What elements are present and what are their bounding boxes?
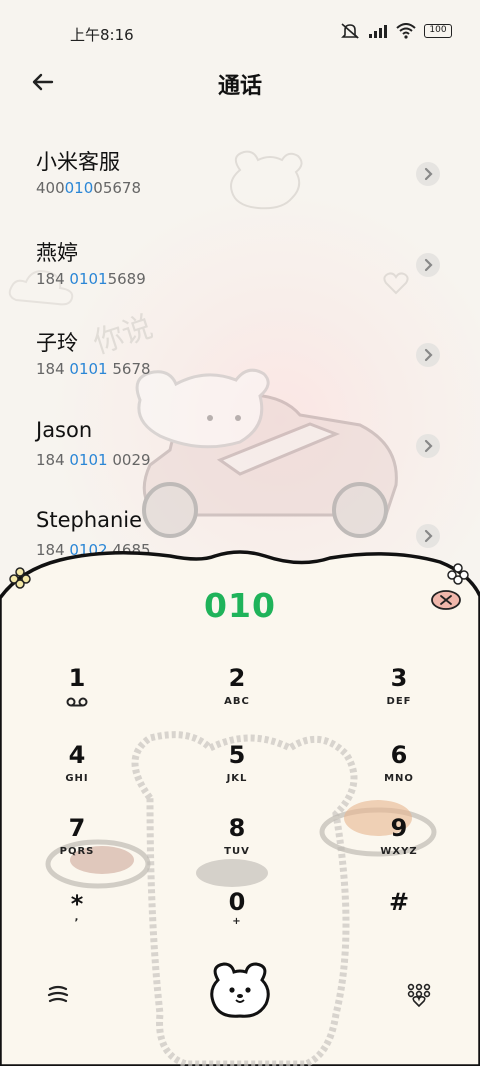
contact-detail-button[interactable] xyxy=(416,162,440,186)
typed-number: 010 xyxy=(204,586,276,625)
key-digit: 5 xyxy=(228,741,246,769)
contact-name: Stephanie xyxy=(36,508,143,532)
key-4[interactable]: 4 GHI xyxy=(22,741,132,803)
battery-icon: 100 xyxy=(424,24,452,38)
key-letters: WXYZ xyxy=(380,846,418,857)
contact-name: 子玲 xyxy=(36,331,78,355)
status-bar: 上午8:16 100 xyxy=(0,0,480,66)
contact-number: 184 0101 0029 xyxy=(36,451,151,469)
contact-number: 184 0101 5678 xyxy=(36,360,151,378)
key-digit: # xyxy=(388,888,410,916)
key-5[interactable]: 5 JKL xyxy=(182,741,292,803)
key-0[interactable]: 0 + xyxy=(182,888,292,950)
key-2[interactable]: 2 ABC xyxy=(182,664,292,726)
key-letters: TUV xyxy=(224,846,250,857)
status-icons: 100 xyxy=(340,22,452,40)
key-letters: ABC xyxy=(224,696,250,707)
key-1[interactable]: 1 xyxy=(22,664,132,726)
key-letters: GHI xyxy=(65,773,89,784)
contacts-grid-button[interactable] xyxy=(406,982,432,1008)
key-7[interactable]: 7 PQRS xyxy=(22,814,132,876)
mute-bell-icon xyxy=(341,23,359,39)
key-hash[interactable]: # xyxy=(344,888,454,950)
header: 通话 xyxy=(0,60,480,106)
contact-detail-button[interactable] xyxy=(416,343,440,367)
call-button[interactable] xyxy=(206,962,274,1018)
list-item[interactable]: 燕婷 184 01015689 xyxy=(0,237,480,323)
backspace-button[interactable] xyxy=(430,588,462,612)
key-letters: + xyxy=(232,916,242,927)
list-item[interactable]: 子玲 184 0101 5678 xyxy=(0,327,480,413)
wifi-icon xyxy=(396,23,416,39)
menu-button[interactable] xyxy=(46,984,70,1006)
contact-number: 40001005678 xyxy=(36,179,141,197)
key-letters: DEF xyxy=(386,696,412,707)
list-item[interactable]: 小米客服 40001005678 xyxy=(0,146,480,232)
contact-detail-button[interactable] xyxy=(416,524,440,548)
key-9[interactable]: 9 WXYZ xyxy=(344,814,454,876)
key-letters: PQRS xyxy=(59,846,95,857)
chevron-right-icon xyxy=(424,258,433,272)
contact-detail-button[interactable] xyxy=(416,434,440,458)
key-3[interactable]: 3 DEF xyxy=(344,664,454,726)
key-digit: 7 xyxy=(68,814,86,842)
key-digit: 0 xyxy=(228,888,246,916)
chevron-right-icon xyxy=(424,167,433,181)
signal-icon xyxy=(369,25,387,38)
key-digit: 8 xyxy=(228,814,246,842)
voicemail-icon xyxy=(66,697,88,707)
key-6[interactable]: 6 MNO xyxy=(344,741,454,803)
key-letters: MNO xyxy=(384,773,414,784)
key-letters: , xyxy=(74,912,80,923)
chevron-right-icon xyxy=(424,529,433,543)
key-digit: 3 xyxy=(390,664,408,692)
key-digit: 9 xyxy=(390,814,408,842)
contact-name: 燕婷 xyxy=(36,241,78,265)
key-digit: 4 xyxy=(68,741,86,769)
contact-number: 184 01015689 xyxy=(36,270,146,288)
contact-name: 小米客服 xyxy=(36,150,120,174)
key-letters: JKL xyxy=(226,773,248,784)
chevron-right-icon xyxy=(424,439,433,453)
key-digit: 6 xyxy=(390,741,408,769)
key-digit: 2 xyxy=(228,664,246,692)
chevron-right-icon xyxy=(424,348,433,362)
list-item[interactable]: Jason 184 0101 0029 xyxy=(0,418,480,504)
key-star[interactable]: * , xyxy=(22,890,132,952)
contact-name: Jason xyxy=(36,418,93,442)
page-title: 通话 xyxy=(217,74,262,99)
flower-right-icon xyxy=(447,563,469,585)
key-digit: 1 xyxy=(68,664,86,692)
status-time: 上午8:16 xyxy=(70,26,134,44)
contact-detail-button[interactable] xyxy=(416,253,440,277)
key-8[interactable]: 8 TUV xyxy=(182,814,292,876)
